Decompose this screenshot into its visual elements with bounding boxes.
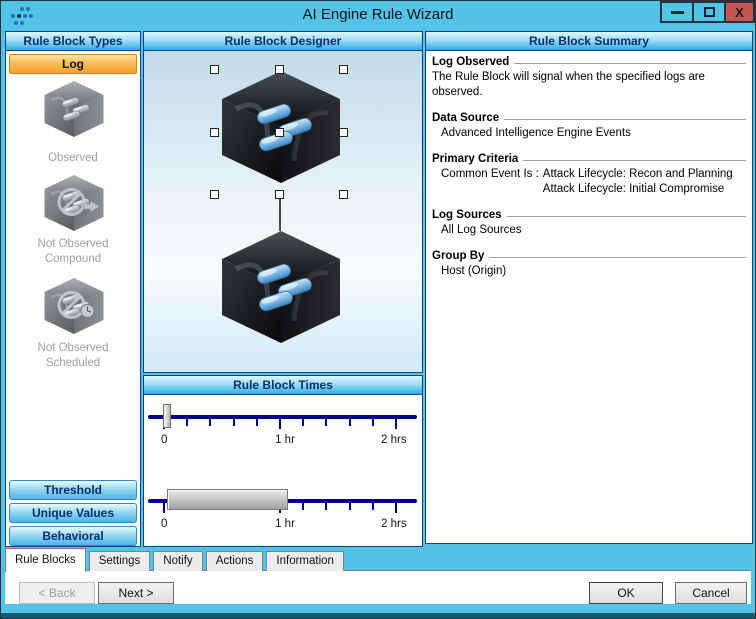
- rule-block-times-body: 0 1 hr 2 hrs 0 1 hr 2 hrs: [144, 395, 422, 546]
- selection-handle-sw[interactable]: [210, 190, 219, 199]
- rule-block-summary-panel: Rule Block Summary Log Observed The Rule…: [425, 31, 753, 544]
- section-text: The Rule Block will signal when the spec…: [432, 70, 746, 100]
- tab-settings[interactable]: Settings: [89, 551, 151, 571]
- section-title: Primary Criteria: [432, 152, 518, 167]
- back-button[interactable]: < Back: [19, 582, 95, 604]
- behavioral-type-button[interactable]: Behavioral: [9, 526, 137, 546]
- timeline-slider-1: 0 1 hr 2 hrs: [144, 401, 422, 471]
- section-text: Advanced Intelligence Engine Events: [432, 126, 746, 141]
- timeline-ticks: [163, 419, 403, 431]
- summary-section-primary-criteria: Primary Criteria Common Event Is : Attac…: [432, 152, 746, 197]
- ai-engine-rule-wizard-window: AI Engine Rule Wizard X Rule Block Types…: [0, 0, 756, 619]
- selection-handle-n[interactable]: [275, 65, 284, 74]
- tick-label-2hrs: 2 hrs: [381, 434, 417, 446]
- rule-block-summary-body: Log Observed The Rule Block will signal …: [426, 51, 752, 543]
- criteria-values: Attack Lifecycle: Recon and Planning Att…: [543, 167, 733, 197]
- timeline-range-bar[interactable]: [167, 489, 288, 510]
- rule-block-summary-header: Rule Block Summary: [426, 32, 752, 51]
- log-type-button[interactable]: Log: [9, 54, 137, 74]
- section-text: Host (Origin): [432, 264, 746, 279]
- tick-label-0: 0: [161, 518, 167, 530]
- section-rule-line: [507, 216, 746, 217]
- section-rule-line: [504, 119, 746, 120]
- not-observed-compound-label: Not ObservedCompound: [6, 237, 140, 267]
- rule-block-cube[interactable]: [216, 227, 346, 347]
- selection-handle-ne[interactable]: [339, 65, 348, 74]
- rule-block-designer-header: Rule Block Designer: [144, 32, 422, 51]
- selection-handle-w[interactable]: [210, 128, 219, 137]
- observed-cube-icon[interactable]: [41, 79, 107, 139]
- section-rule-line: [523, 160, 746, 161]
- section-title: Log Sources: [432, 208, 502, 223]
- minimize-icon: [671, 11, 684, 14]
- minimize-button[interactable]: [660, 1, 694, 23]
- section-rule-line: [489, 257, 746, 258]
- criteria-value: Attack Lifecycle: Recon and Planning: [543, 167, 733, 182]
- rule-block-times-panel: Rule Block Times 0 1 hr 2 hrs 0 1 hr 2 h…: [143, 375, 423, 547]
- rule-block-cube-selected[interactable]: [216, 67, 346, 187]
- summary-section-log-sources: Log Sources All Log Sources: [432, 208, 746, 238]
- rule-block-designer-panel: Rule Block Designer: [143, 31, 423, 373]
- tick-label-2hrs: 2 hrs: [381, 518, 417, 530]
- tab-rule-blocks[interactable]: Rule Blocks: [5, 548, 86, 572]
- selection-handle-nw[interactable]: [210, 65, 219, 74]
- threshold-type-button[interactable]: Threshold: [9, 480, 137, 500]
- tab-notify[interactable]: Notify: [153, 551, 202, 571]
- tick-label-0: 0: [161, 434, 167, 446]
- not-observed-scheduled-cube-icon[interactable]: [41, 276, 107, 336]
- selection-handle-e[interactable]: [339, 128, 348, 137]
- window-bottom-edge: [1, 613, 755, 618]
- designer-canvas[interactable]: [144, 51, 422, 372]
- close-icon: X: [735, 6, 744, 19]
- unique-values-type-button[interactable]: Unique Values: [9, 503, 137, 523]
- rule-block-types-header: Rule Block Types: [6, 32, 140, 51]
- titlebar: AI Engine Rule Wizard X: [1, 1, 755, 29]
- criteria-label: Common Event Is :: [441, 167, 539, 197]
- close-button[interactable]: X: [724, 1, 755, 23]
- window-title: AI Engine Rule Wizard: [1, 1, 755, 29]
- observed-label: Observed: [6, 151, 140, 166]
- rule-block-times-header: Rule Block Times: [144, 376, 422, 395]
- window-controls: X: [662, 1, 755, 23]
- summary-section-data-source: Data Source Advanced Intelligence Engine…: [432, 111, 746, 141]
- maximize-icon: [704, 7, 715, 17]
- section-title: Log Observed: [432, 55, 509, 70]
- tick-label-1hr: 1 hr: [268, 434, 302, 446]
- wizard-tabstrip: Rule Blocks Settings Notify Actions Info…: [5, 547, 347, 571]
- not-observed-compound-cube-icon[interactable]: [41, 173, 107, 233]
- timeline-slider-2: 0 1 hr 2 hrs: [144, 485, 422, 555]
- section-title: Data Source: [432, 111, 499, 126]
- summary-section-log-observed: Log Observed The Rule Block will signal …: [432, 55, 746, 100]
- maximize-button[interactable]: [692, 1, 726, 23]
- ok-button[interactable]: OK: [589, 582, 663, 604]
- section-rule-line: [514, 63, 746, 64]
- section-title: Group By: [432, 249, 484, 264]
- cancel-button[interactable]: Cancel: [675, 582, 747, 604]
- footer-bar: < Back Next > OK Cancel: [5, 570, 751, 604]
- not-observed-scheduled-label: Not ObservedScheduled: [6, 341, 140, 371]
- rule-block-types-panel: Rule Block Types Log Observed Not Observ…: [5, 31, 141, 547]
- summary-section-group-by: Group By Host (Origin): [432, 249, 746, 279]
- section-text: All Log Sources: [432, 223, 746, 238]
- selection-handle-s[interactable]: [275, 190, 284, 199]
- tab-actions[interactable]: Actions: [206, 551, 264, 571]
- next-button[interactable]: Next >: [98, 582, 174, 604]
- selection-handle-c[interactable]: [275, 128, 284, 137]
- logrhythm-dots-icon: [9, 5, 33, 27]
- tick-label-1hr: 1 hr: [268, 518, 302, 530]
- criteria-value: Attack Lifecycle: Initial Compromise: [543, 182, 733, 197]
- selection-handle-se[interactable]: [339, 190, 348, 199]
- tab-information[interactable]: Information: [266, 551, 344, 571]
- timeline-handle[interactable]: [163, 404, 171, 428]
